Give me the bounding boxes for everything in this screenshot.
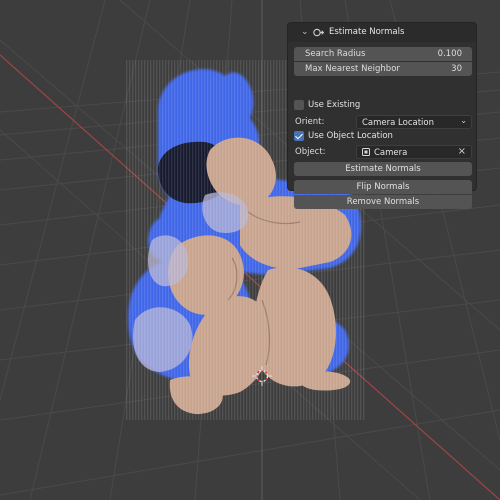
object-field[interactable]: Camera × [356,145,472,159]
object-value: Camera [374,147,408,158]
object-label: Object: [295,147,326,157]
flip-normals-button[interactable]: Flip Normals [294,180,472,194]
orient-label: Orient: [295,117,325,127]
close-icon[interactable]: × [458,146,466,157]
estimate-normals-panel: ⌄ Estimate Normals Search Radius 0.100 M… [287,22,477,209]
max-nearest-neighbor-field[interactable]: Max Nearest Neighbor 30 [294,62,472,76]
search-radius-field[interactable]: Search Radius 0.100 [294,47,472,61]
camera-object-icon [362,148,370,156]
operator-icon [313,28,324,37]
panel-title: Estimate Normals [329,27,405,37]
remove-normals-button[interactable]: Remove Normals [294,195,472,209]
search-radius-value: 0.100 [437,49,462,59]
chevron-down-icon: ⌄ [460,116,467,125]
max-nearest-neighbor-value: 30 [451,64,462,74]
use-object-location-checkbox-row[interactable]: Use Object Location [294,131,414,143]
use-existing-checkbox-row[interactable]: Use Existing [294,100,394,112]
use-object-location-checkbox[interactable] [294,131,304,141]
orient-value: Camera Location [362,117,435,128]
orient-dropdown[interactable]: Camera Location ⌄ [356,115,472,129]
use-object-location-label: Use Object Location [308,131,393,141]
search-radius-label: Search Radius [305,49,366,59]
use-existing-checkbox[interactable] [294,100,304,110]
max-nearest-neighbor-label: Max Nearest Neighbor [305,64,400,74]
estimate-normals-button[interactable]: Estimate Normals [294,162,472,176]
chevron-down-icon[interactable]: ⌄ [301,27,309,37]
use-existing-label: Use Existing [308,100,361,110]
panel-header[interactable]: ⌄ Estimate Normals [288,23,476,42]
